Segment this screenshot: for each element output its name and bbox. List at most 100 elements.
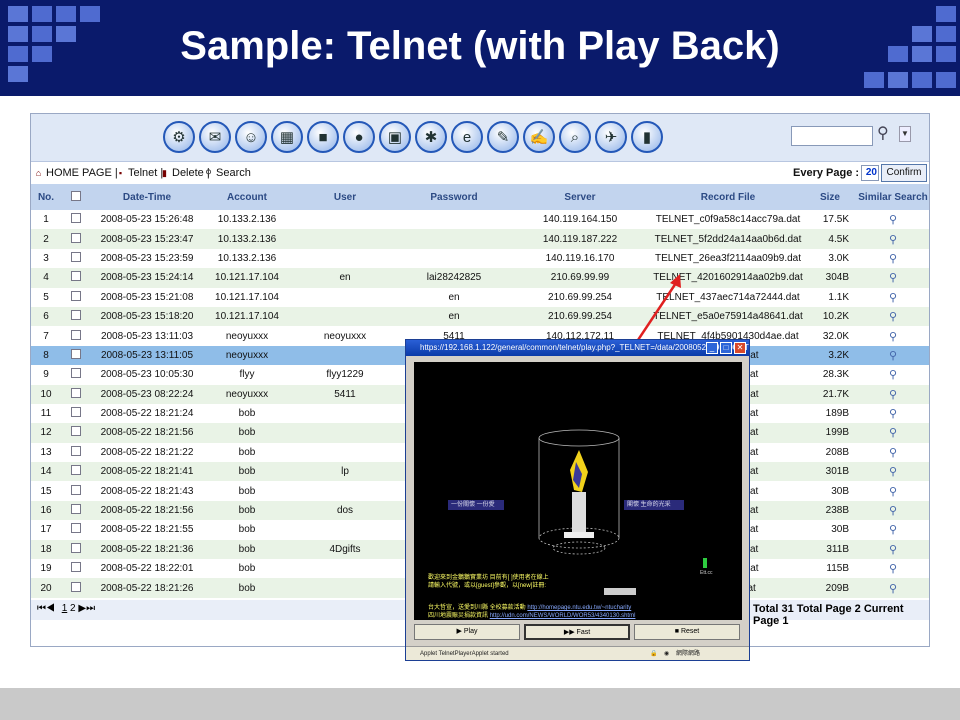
row-checkbox[interactable] — [71, 407, 81, 418]
search-doc-icon[interactable]: ⌕ — [559, 121, 591, 153]
similar-search-icon[interactable]: ⚲ — [889, 408, 897, 420]
row-checkbox-cell[interactable] — [61, 500, 91, 521]
page-link-2[interactable]: 2 — [70, 603, 76, 614]
account-link[interactable]: 10.133.2.136 — [203, 229, 291, 249]
date-time-link[interactable]: 2008-05-22 18:21:36 — [91, 539, 203, 560]
row-checkbox[interactable] — [71, 290, 81, 301]
similar-search-icon[interactable]: ⚲ — [889, 292, 897, 304]
date-time-link[interactable]: 2008-05-23 08:22:24 — [91, 384, 203, 404]
similar-search-icon[interactable]: ⚲ — [889, 214, 897, 226]
similar-search-icon[interactable]: ⚲ — [889, 350, 897, 362]
row-checkbox-cell[interactable] — [61, 403, 91, 424]
gift-icon[interactable]: ■ — [307, 121, 339, 153]
search-link[interactable]: ⚲ Search — [203, 167, 251, 179]
chevron-down-icon[interactable]: ▼ — [899, 126, 911, 142]
play-button[interactable]: ▶ Play — [414, 624, 520, 640]
similar-search-icon[interactable]: ⚲ — [889, 447, 897, 459]
row-checkbox-cell[interactable] — [61, 539, 91, 560]
row-checkbox-cell[interactable] — [61, 442, 91, 463]
chat-icon[interactable]: ☺ — [235, 121, 267, 153]
row-checkbox[interactable] — [71, 348, 81, 359]
table-row[interactable]: 1 2008-05-23 15:26:48 10.133.2.136 140.119.… — [31, 210, 929, 230]
row-checkbox[interactable] — [71, 426, 81, 437]
row-checkbox[interactable] — [71, 504, 81, 515]
mail-icon[interactable]: ✉ — [199, 121, 231, 153]
similar-search-icon[interactable]: ⚲ — [889, 311, 897, 323]
row-checkbox[interactable] — [71, 271, 81, 282]
row-checkbox[interactable] — [71, 213, 81, 224]
date-time-link[interactable]: 2008-05-23 15:23:47 — [91, 229, 203, 249]
date-time-link[interactable]: 2008-05-22 18:21:24 — [91, 403, 203, 424]
magnifier-icon[interactable]: ⚲ — [877, 123, 897, 145]
similar-search-cell[interactable]: ⚲ — [855, 345, 929, 366]
account-link[interactable]: 10.121.17.104 — [203, 268, 291, 288]
account-link[interactable]: bob — [203, 559, 291, 579]
date-time-link[interactable]: 2008-05-22 18:21:22 — [91, 442, 203, 463]
similar-search-cell[interactable]: ⚲ — [855, 423, 929, 443]
account-link[interactable]: bob — [203, 578, 291, 598]
chart-icon[interactable]: ▮ — [631, 121, 663, 153]
telnet-link[interactable]: ▪ Telnet | — [115, 167, 163, 179]
player-title-bar[interactable]: https://192.168.1.122/general/common/tel… — [406, 340, 749, 356]
every-page-input[interactable]: 20 — [861, 165, 879, 181]
date-time-link[interactable]: 2008-05-23 10:05:30 — [91, 365, 203, 385]
date-time-link[interactable]: 2008-05-22 18:21:56 — [91, 500, 203, 521]
select-all-checkbox[interactable] — [71, 190, 81, 201]
account-link[interactable]: bob — [203, 423, 291, 443]
similar-search-icon[interactable]: ⚲ — [889, 427, 897, 439]
similar-search-icon[interactable]: ⚲ — [889, 389, 897, 401]
mail-send-icon[interactable]: ✈ — [595, 121, 627, 153]
table-row[interactable]: 4 2008-05-23 15:24:14 10.121.17.104 en lai28… — [31, 268, 929, 288]
row-checkbox[interactable] — [71, 329, 81, 340]
account-link[interactable]: neoyuxxx — [203, 384, 291, 404]
table-row[interactable]: 5 2008-05-23 15:21:08 10.121.17.104 en 210.6… — [31, 287, 929, 307]
similar-search-cell[interactable]: ⚲ — [855, 287, 929, 307]
row-checkbox[interactable] — [71, 523, 81, 534]
date-time-link[interactable]: 2008-05-22 18:21:41 — [91, 462, 203, 482]
row-checkbox-cell[interactable] — [61, 248, 91, 269]
account-link[interactable]: 10.121.17.104 — [203, 306, 291, 327]
first-prev-page-button[interactable]: ⏮◀ — [37, 603, 55, 614]
similar-search-cell[interactable]: ⚲ — [855, 500, 929, 521]
table-row[interactable]: 6 2008-05-23 15:18:20 10.121.17.104 en 210.6… — [31, 306, 929, 327]
account-link[interactable]: 10.133.2.136 — [203, 210, 291, 230]
account-link[interactable]: neoyuxxx — [203, 326, 291, 346]
globe-icon[interactable]: ● — [343, 121, 375, 153]
row-checkbox[interactable] — [71, 581, 81, 592]
date-time-link[interactable]: 2008-05-23 15:24:14 — [91, 268, 203, 288]
similar-search-cell[interactable]: ⚲ — [855, 462, 929, 482]
similar-search-cell[interactable]: ⚲ — [855, 520, 929, 540]
date-time-link[interactable]: 2008-05-23 13:11:05 — [91, 345, 203, 366]
similar-search-cell[interactable]: ⚲ — [855, 559, 929, 579]
similar-search-cell[interactable]: ⚲ — [855, 578, 929, 598]
similar-search-icon[interactable]: ⚲ — [889, 466, 897, 478]
date-time-link[interactable]: 2008-05-22 18:22:01 — [91, 559, 203, 579]
date-time-link[interactable]: 2008-05-23 15:26:48 — [91, 210, 203, 230]
row-checkbox[interactable] — [71, 251, 81, 262]
row-checkbox-cell[interactable] — [61, 306, 91, 327]
row-checkbox[interactable] — [71, 368, 81, 379]
date-time-link[interactable]: 2008-05-22 18:21:43 — [91, 481, 203, 501]
settings-icon[interactable]: ✱ — [415, 121, 447, 153]
similar-search-icon[interactable]: ⚲ — [889, 369, 897, 381]
account-link[interactable]: bob — [203, 462, 291, 482]
close-icon[interactable]: ✕ — [734, 342, 746, 354]
account-link[interactable]: bob — [203, 539, 291, 560]
row-checkbox-cell[interactable] — [61, 210, 91, 230]
similar-search-icon[interactable]: ⚲ — [889, 563, 897, 575]
terminal-icon[interactable]: ▣ — [379, 121, 411, 153]
col-header-select[interactable] — [61, 184, 91, 210]
row-checkbox-cell[interactable] — [61, 229, 91, 249]
search-input[interactable] — [791, 126, 873, 146]
account-link[interactable]: flyy — [203, 365, 291, 385]
row-checkbox[interactable] — [71, 310, 81, 321]
date-time-link[interactable]: 2008-05-22 18:21:56 — [91, 423, 203, 443]
maximize-icon[interactable]: □ — [720, 342, 732, 354]
account-link[interactable]: bob — [203, 442, 291, 463]
table-row[interactable]: 2 2008-05-23 15:23:47 10.133.2.136 140.119.… — [31, 229, 929, 249]
similar-search-icon[interactable]: ⚲ — [889, 486, 897, 498]
similar-search-icon[interactable]: ⚲ — [889, 331, 897, 343]
row-checkbox[interactable] — [71, 445, 81, 456]
similar-search-icon[interactable]: ⚲ — [889, 272, 897, 284]
similar-search-cell[interactable]: ⚲ — [855, 306, 929, 327]
